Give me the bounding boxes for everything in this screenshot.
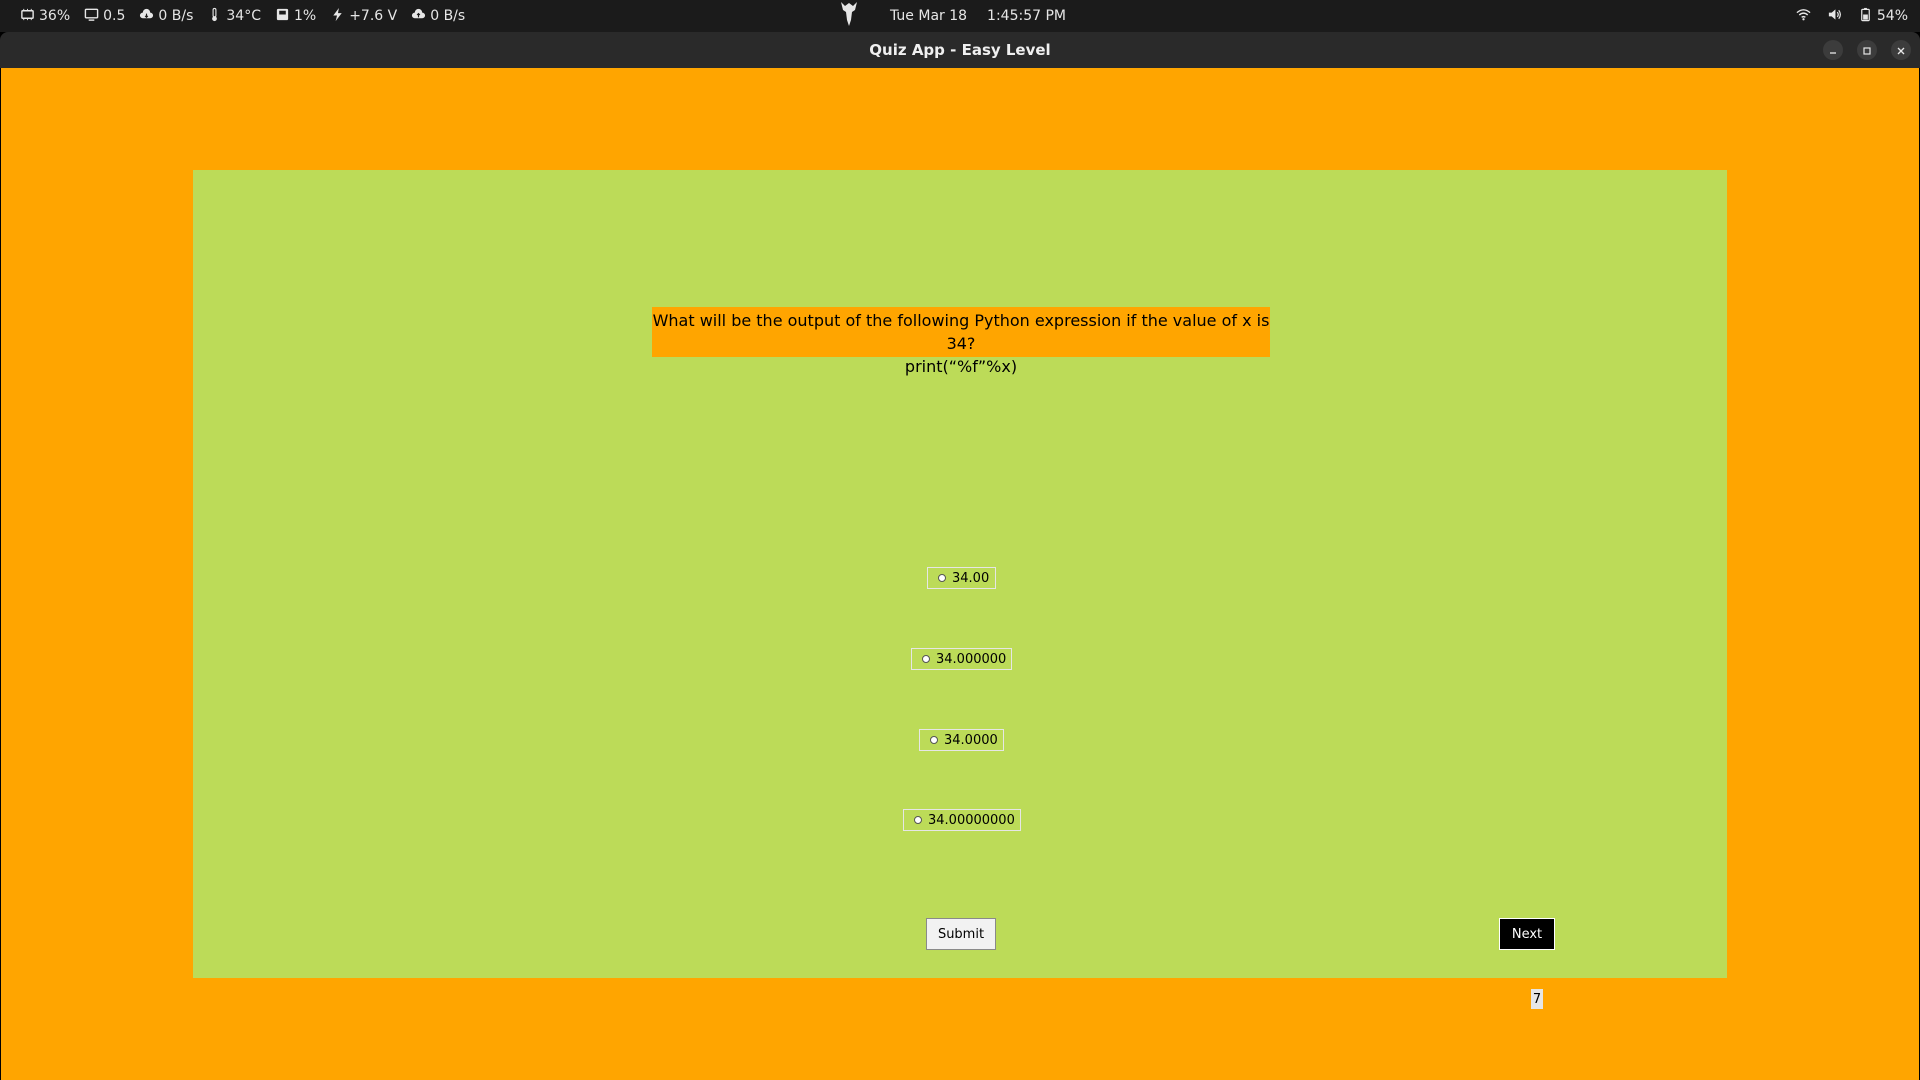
option-2[interactable]: 34.000000 — [911, 648, 1012, 670]
voltage-value: +7.6 V — [349, 8, 398, 24]
thermometer-icon — [207, 7, 222, 26]
temperature-value: 34°C — [226, 8, 261, 24]
cpu-stat[interactable]: 36% — [20, 7, 70, 26]
close-button[interactable] — [1891, 40, 1911, 60]
window-title-bar: Quiz App - Easy Level — [0, 32, 1920, 68]
disk-value: 1% — [293, 8, 317, 24]
date-label[interactable]: Tue Mar 18 — [890, 8, 967, 24]
minimize-button[interactable] — [1823, 40, 1843, 60]
distro-logo-icon[interactable] — [838, 0, 860, 32]
quiz-panel: What will be the output of the following… — [193, 170, 1727, 1009]
load-value: 0.5 — [103, 8, 126, 24]
download-value: 0 B/s — [158, 8, 194, 24]
time-label[interactable]: 1:45:57 PM — [987, 8, 1066, 24]
voltage-stat[interactable]: +7.6 V — [330, 7, 397, 26]
option-label: 34.00000000 — [928, 812, 1015, 828]
close-icon — [1896, 41, 1906, 60]
system-top-bar: 36% 0.5 0 B/s 34°C 1% +7.6 V 0 B/s Tue M… — [0, 0, 1920, 32]
battery-icon — [1858, 7, 1873, 26]
quiz-window: What will be the output of the following… — [1, 68, 1919, 1080]
option-4[interactable]: 34.00000000 — [903, 809, 1021, 831]
temperature-stat[interactable]: 34°C — [207, 7, 261, 26]
system-stats: 36% 0.5 0 B/s 34°C 1% +7.6 V 0 B/s — [20, 0, 465, 32]
next-button[interactable]: Next — [1499, 918, 1555, 950]
monitor-icon — [84, 7, 99, 26]
battery-value: 54% — [1876, 8, 1908, 24]
radio-button[interactable] — [938, 574, 946, 582]
window-title: Quiz App - Easy Level — [869, 41, 1051, 59]
option-label: 34.00 — [952, 570, 990, 586]
volume-icon[interactable] — [1827, 7, 1842, 26]
submit-button[interactable]: Submit — [926, 918, 996, 950]
option-1[interactable]: 34.00 — [927, 567, 996, 589]
lightning-icon — [330, 7, 345, 26]
radio-button[interactable] — [922, 655, 930, 663]
disk-icon — [275, 7, 290, 26]
battery-indicator[interactable]: 54% — [1858, 7, 1908, 26]
cloud-upload-icon — [411, 7, 426, 26]
question-text: What will be the output of the following… — [652, 311, 1270, 353]
cpu-icon — [20, 7, 35, 26]
question-box: What will be the output of the following… — [652, 307, 1270, 376]
option-label: 34.000000 — [936, 651, 1007, 667]
download-stat[interactable]: 0 B/s — [139, 7, 193, 26]
upload-stat[interactable]: 0 B/s — [411, 7, 465, 26]
question-number-label: 7 — [1531, 989, 1543, 1009]
option-3[interactable]: 34.0000 — [919, 729, 1004, 751]
load-stat[interactable]: 0.5 — [84, 7, 125, 26]
option-label: 34.0000 — [944, 732, 998, 748]
maximize-button[interactable] — [1857, 40, 1877, 60]
system-tray: 54% — [1796, 0, 1908, 32]
question-code: print(“%f”%x) — [904, 357, 1018, 376]
network-icon[interactable] — [1796, 7, 1811, 26]
cloud-download-icon — [139, 7, 154, 26]
maximize-icon — [1862, 41, 1872, 60]
minimize-icon — [1828, 41, 1838, 60]
radio-button[interactable] — [914, 816, 922, 824]
system-clock-area: Tue Mar 18 1:45:57 PM — [838, 0, 1066, 32]
radio-button[interactable] — [930, 736, 938, 744]
cpu-value: 36% — [39, 8, 71, 24]
disk-stat[interactable]: 1% — [275, 7, 316, 26]
upload-value: 0 B/s — [430, 8, 466, 24]
